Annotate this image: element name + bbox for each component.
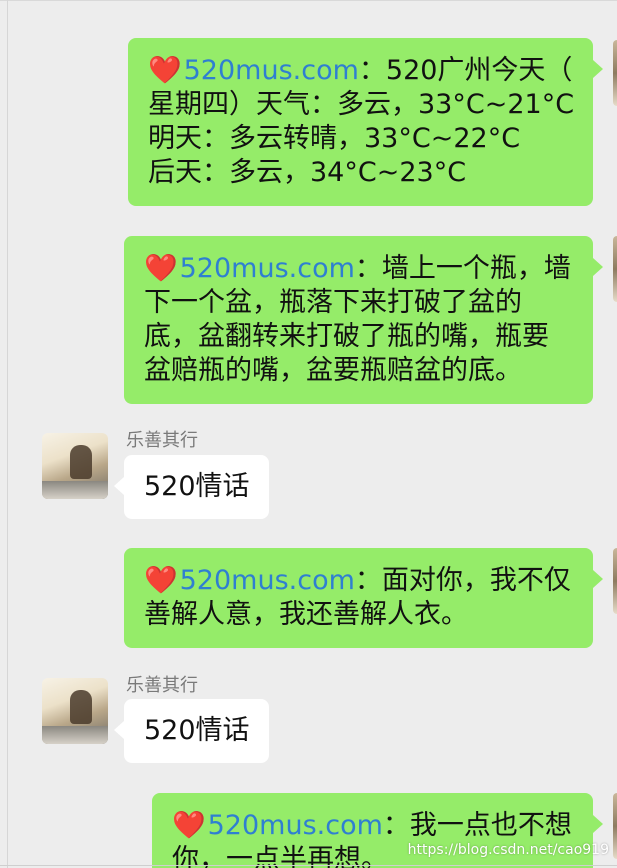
heart-icon: ❤️ xyxy=(144,565,178,596)
message-line: ❤️520mus.com：墙上一个瓶，墙 xyxy=(144,252,593,286)
top-divider xyxy=(0,0,617,1)
message-line: ❤️520mus.com：我一点也不想 xyxy=(172,809,593,843)
message-line: ❤️520mus.com：520广州今天（ xyxy=(148,54,593,88)
my-avatar[interactable] xyxy=(613,548,617,614)
contact-avatar[interactable] xyxy=(42,678,108,744)
incoming-message-bubble[interactable]: 520情话 xyxy=(114,699,269,763)
watermark-url: https://blog.csdn.net/cao919 xyxy=(407,842,609,858)
message-link[interactable]: 520mus.com xyxy=(208,810,383,841)
outgoing-message-bubble[interactable]: ❤️520mus.com：520广州今天（ 星期四）天气：多云，33°C~21°… xyxy=(128,38,603,206)
heart-icon: ❤️ xyxy=(172,810,206,841)
heart-icon: ❤️ xyxy=(144,253,178,284)
message-text: ：墙上一个瓶，墙 xyxy=(354,253,571,284)
outgoing-message-bubble[interactable]: ❤️520mus.com：面对你，我不仅 善解人意，我还善解人衣。 xyxy=(124,548,603,648)
message-line: ❤️520mus.com：面对你，我不仅 xyxy=(144,564,593,598)
chat-view: ❤️520mus.com：520广州今天（ 星期四）天气：多云，33°C~21°… xyxy=(0,0,617,868)
message-text: 520情话 xyxy=(144,715,250,746)
message-line: 后天：多云，34°C~23°C xyxy=(148,157,467,188)
message-text: ：520广州今天（ xyxy=(358,55,573,86)
message-line: 下一个盆，瓶落下来打破了盆的 xyxy=(144,287,522,318)
message-line: 盆赔瓶的嘴，盆要瓶赔盆的底。 xyxy=(144,355,522,386)
message-link[interactable]: 520mus.com xyxy=(180,253,355,284)
left-divider xyxy=(7,0,8,868)
my-avatar[interactable] xyxy=(613,40,617,106)
heart-icon: ❤️ xyxy=(148,55,182,86)
message-link[interactable]: 520mus.com xyxy=(180,565,355,596)
sender-name: 乐善其行 xyxy=(126,430,198,451)
outgoing-message-bubble[interactable]: ❤️520mus.com：墙上一个瓶，墙 下一个盆，瓶落下来打破了盆的 底，盆翻… xyxy=(124,236,603,404)
incoming-message-bubble[interactable]: 520情话 xyxy=(114,455,269,519)
contact-avatar[interactable] xyxy=(42,433,108,499)
bottom-divider xyxy=(0,865,617,866)
my-avatar[interactable] xyxy=(613,236,617,302)
message-text: ：面对你，我不仅 xyxy=(354,565,571,596)
my-avatar[interactable] xyxy=(613,793,617,859)
message-text: 520情话 xyxy=(144,471,250,502)
message-line: 善解人意，我还善解人衣。 xyxy=(144,599,468,630)
message-line: 星期四）天气：多云，33°C~21°C xyxy=(148,89,575,120)
message-line: 明天：多云转晴，33°C~22°C xyxy=(148,123,521,154)
message-link[interactable]: 520mus.com xyxy=(184,55,359,86)
sender-name: 乐善其行 xyxy=(126,675,198,696)
message-line: 底，盆翻转来打破了瓶的嘴，瓶要 xyxy=(144,321,549,352)
message-text: ：我一点也不想 xyxy=(382,810,572,841)
